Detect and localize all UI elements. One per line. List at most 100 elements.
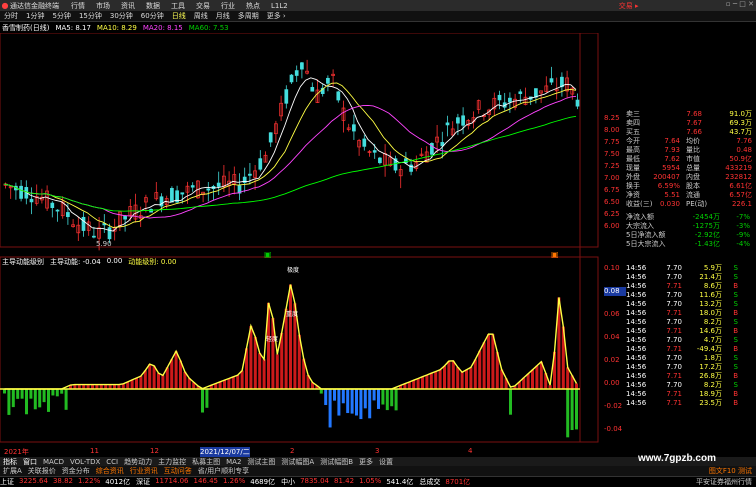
candle-body xyxy=(19,185,23,199)
indicator-bar-negative xyxy=(381,389,385,405)
indicator-tab[interactable]: MA2 xyxy=(226,458,241,466)
trade-button[interactable]: 交易 ▸ xyxy=(619,1,639,11)
menu-data[interactable]: 数据 xyxy=(146,1,160,11)
tick-row: 14:56 7.70 8.2万 S xyxy=(626,381,754,390)
period-15min[interactable]: 15分钟 xyxy=(79,11,102,21)
ma5-label: MA5: 8.17 xyxy=(55,24,91,32)
indicator-tab[interactable]: 主力监控 xyxy=(158,457,186,467)
indicator-tab[interactable]: 窗口 xyxy=(23,457,37,467)
indicator-value-3: 动能级别: 0.00 xyxy=(128,258,177,266)
stat-value: 232812 xyxy=(725,173,752,181)
tick-row: 14:56 7.71 26.8万 B xyxy=(626,372,754,381)
indicator-tab[interactable]: 设置 xyxy=(379,457,393,467)
index-quote[interactable]: 上证 3225.64 38.82 1.22% 4012亿 xyxy=(0,477,130,487)
menu-market[interactable]: 市场 xyxy=(96,1,110,11)
price-tick: 6.00 xyxy=(604,222,620,230)
event-marker-icon[interactable]: ▣ xyxy=(264,250,272,259)
menu-news[interactable]: 资讯 xyxy=(121,1,135,11)
stock-title: 香雪制药(日线) xyxy=(2,24,50,32)
f10-button[interactable]: 图文F10 测试 xyxy=(709,466,756,476)
period-toolbar: 分时 1分钟 5分钟 15分钟 30分钟 60分钟 日线 周线 月线 多周期 更… xyxy=(0,11,756,22)
flow-table: 净流入额 -2454万 -7% 大宗流入 -1275万 -3% 5日净流入额 -2.92亿 -9… xyxy=(626,213,754,249)
candle-body xyxy=(284,89,289,104)
period-timeshare[interactable]: 分时 xyxy=(4,11,18,21)
bottom-tab[interactable]: 综合资讯 xyxy=(96,466,124,476)
menu-tools[interactable]: 工具 xyxy=(171,1,185,11)
candle-body xyxy=(497,94,502,101)
bottom-tab[interactable]: 行业资讯 xyxy=(130,466,158,476)
indicator-bar-positive xyxy=(130,379,134,389)
flow-label: 5日大宗流入 xyxy=(626,240,666,248)
index-quote[interactable]: 总成交 8701亿 xyxy=(419,477,470,487)
period-more[interactable]: 更多 › xyxy=(267,11,286,21)
indicator-name[interactable]: 主导动能级别 xyxy=(2,257,44,266)
indicator-bar-positive xyxy=(482,342,486,389)
period-daily[interactable]: 日线 xyxy=(172,11,186,21)
bottom-tab[interactable]: 互动问答 xyxy=(164,466,192,476)
indicator-tab[interactable]: 测试幅图B xyxy=(320,457,353,467)
stat-value: 7.64 xyxy=(664,137,680,145)
period-60min[interactable]: 60分钟 xyxy=(141,11,164,21)
indicator-bar-negative xyxy=(390,389,394,407)
indicator-bar-positive xyxy=(258,353,262,389)
indicator-tab[interactable]: MACD xyxy=(43,458,64,466)
indicator-tab[interactable]: CCI xyxy=(106,458,118,466)
period-1min[interactable]: 1分钟 xyxy=(26,11,44,21)
event-marker-icon-2[interactable]: ▣ xyxy=(551,250,559,259)
stat-label: 外盘 xyxy=(626,173,640,181)
index-field: 深证 xyxy=(136,478,151,486)
index-field: 4012亿 xyxy=(105,478,131,486)
tick-cell: 7.71 xyxy=(666,282,682,290)
candle-body xyxy=(289,74,294,83)
stat-label: 量比 xyxy=(686,146,700,154)
menu-industry[interactable]: 行业 xyxy=(221,1,235,11)
tick-cell: 14:56 xyxy=(626,282,647,290)
ma10-label: MA10: 8.29 xyxy=(96,24,137,32)
indicator-tab[interactable]: 测试幅图A xyxy=(281,457,314,467)
indicator-bar-negative xyxy=(205,389,209,408)
period-weekly[interactable]: 周线 xyxy=(194,11,208,21)
price-axis: 8.25 8.00 7.75 7.50 7.25 7.00 6.75 6.50 … xyxy=(604,114,626,234)
menu-trade[interactable]: 交易 xyxy=(196,1,210,11)
indicator-bar-positive xyxy=(491,334,495,389)
candle-body xyxy=(404,158,408,164)
menu-quotes[interactable]: 行情 xyxy=(71,1,85,11)
indicator-tab[interactable]: 私募主图 xyxy=(192,457,220,467)
period-5min[interactable]: 5分钟 xyxy=(52,11,70,21)
indicator-bar-negative xyxy=(55,389,59,397)
index-quote[interactable]: 深证 11714.06 146.45 1.26% 4689亿 xyxy=(136,477,275,487)
bottom-tab[interactable]: 资金分布 xyxy=(62,466,90,476)
indicator-tab[interactable]: VOL-TDX xyxy=(70,458,100,466)
stat-value: 5954 xyxy=(662,164,680,172)
indicator-tab[interactable]: 测试主图 xyxy=(247,457,275,467)
menu-l1l2[interactable]: L1L2 xyxy=(271,2,288,10)
bottom-tab[interactable]: 关联报价 xyxy=(28,466,56,476)
tag-light: 轻度 xyxy=(266,335,278,343)
tick-cell: 14:56 xyxy=(626,309,647,317)
indicator-tick: 0.00 xyxy=(604,379,620,387)
index-quote[interactable]: 中小 7835.04 81.42 1.05% 541.4亿 xyxy=(281,477,413,487)
tick-list[interactable]: 14:56 7.70 5.9万 S 14:56 7.70 21.4万 S 14:56 7.71 8.… xyxy=(626,264,754,408)
low-price-label: 5.90 xyxy=(96,240,112,248)
period-multi[interactable]: 多周期 xyxy=(238,11,259,21)
indicator-tab[interactable]: 趋势动力 xyxy=(124,457,152,467)
indicator-tab[interactable]: 指标 xyxy=(3,457,17,467)
stat-label: 净资 xyxy=(626,191,640,199)
period-monthly[interactable]: 月线 xyxy=(216,11,230,21)
bottom-tab[interactable]: 扩展A xyxy=(3,466,22,476)
menu-hotspot[interactable]: 热点 xyxy=(246,1,260,11)
indicator-legend: 主导动能级别 主导动能: -0.04 0.00 动能级别: 0.00 xyxy=(2,257,176,266)
bottom-tab[interactable]: 省/用户顺利专享 xyxy=(198,466,249,476)
indicator-bar-negative xyxy=(575,389,578,430)
stat-value: 50.9亿 xyxy=(729,155,752,163)
window-controls[interactable]: ▫ ─ □ ✕ xyxy=(726,0,754,8)
tick-cell: -49.4万 xyxy=(696,345,722,353)
tick-cell: 14:56 xyxy=(626,273,647,281)
tick-cell: 7.70 xyxy=(666,264,682,272)
kline-chart[interactable]: 5.90 ▣ ▣ 轻度 重度 极度 xyxy=(0,33,600,456)
indicator-tab[interactable]: 更多 xyxy=(359,457,373,467)
period-30min[interactable]: 30分钟 xyxy=(110,11,133,21)
index-field: 1.05% xyxy=(359,477,382,485)
stat-row: 净资 5.51 流通 6.57亿 xyxy=(626,191,754,200)
tick-cell: 14:56 xyxy=(626,264,647,272)
